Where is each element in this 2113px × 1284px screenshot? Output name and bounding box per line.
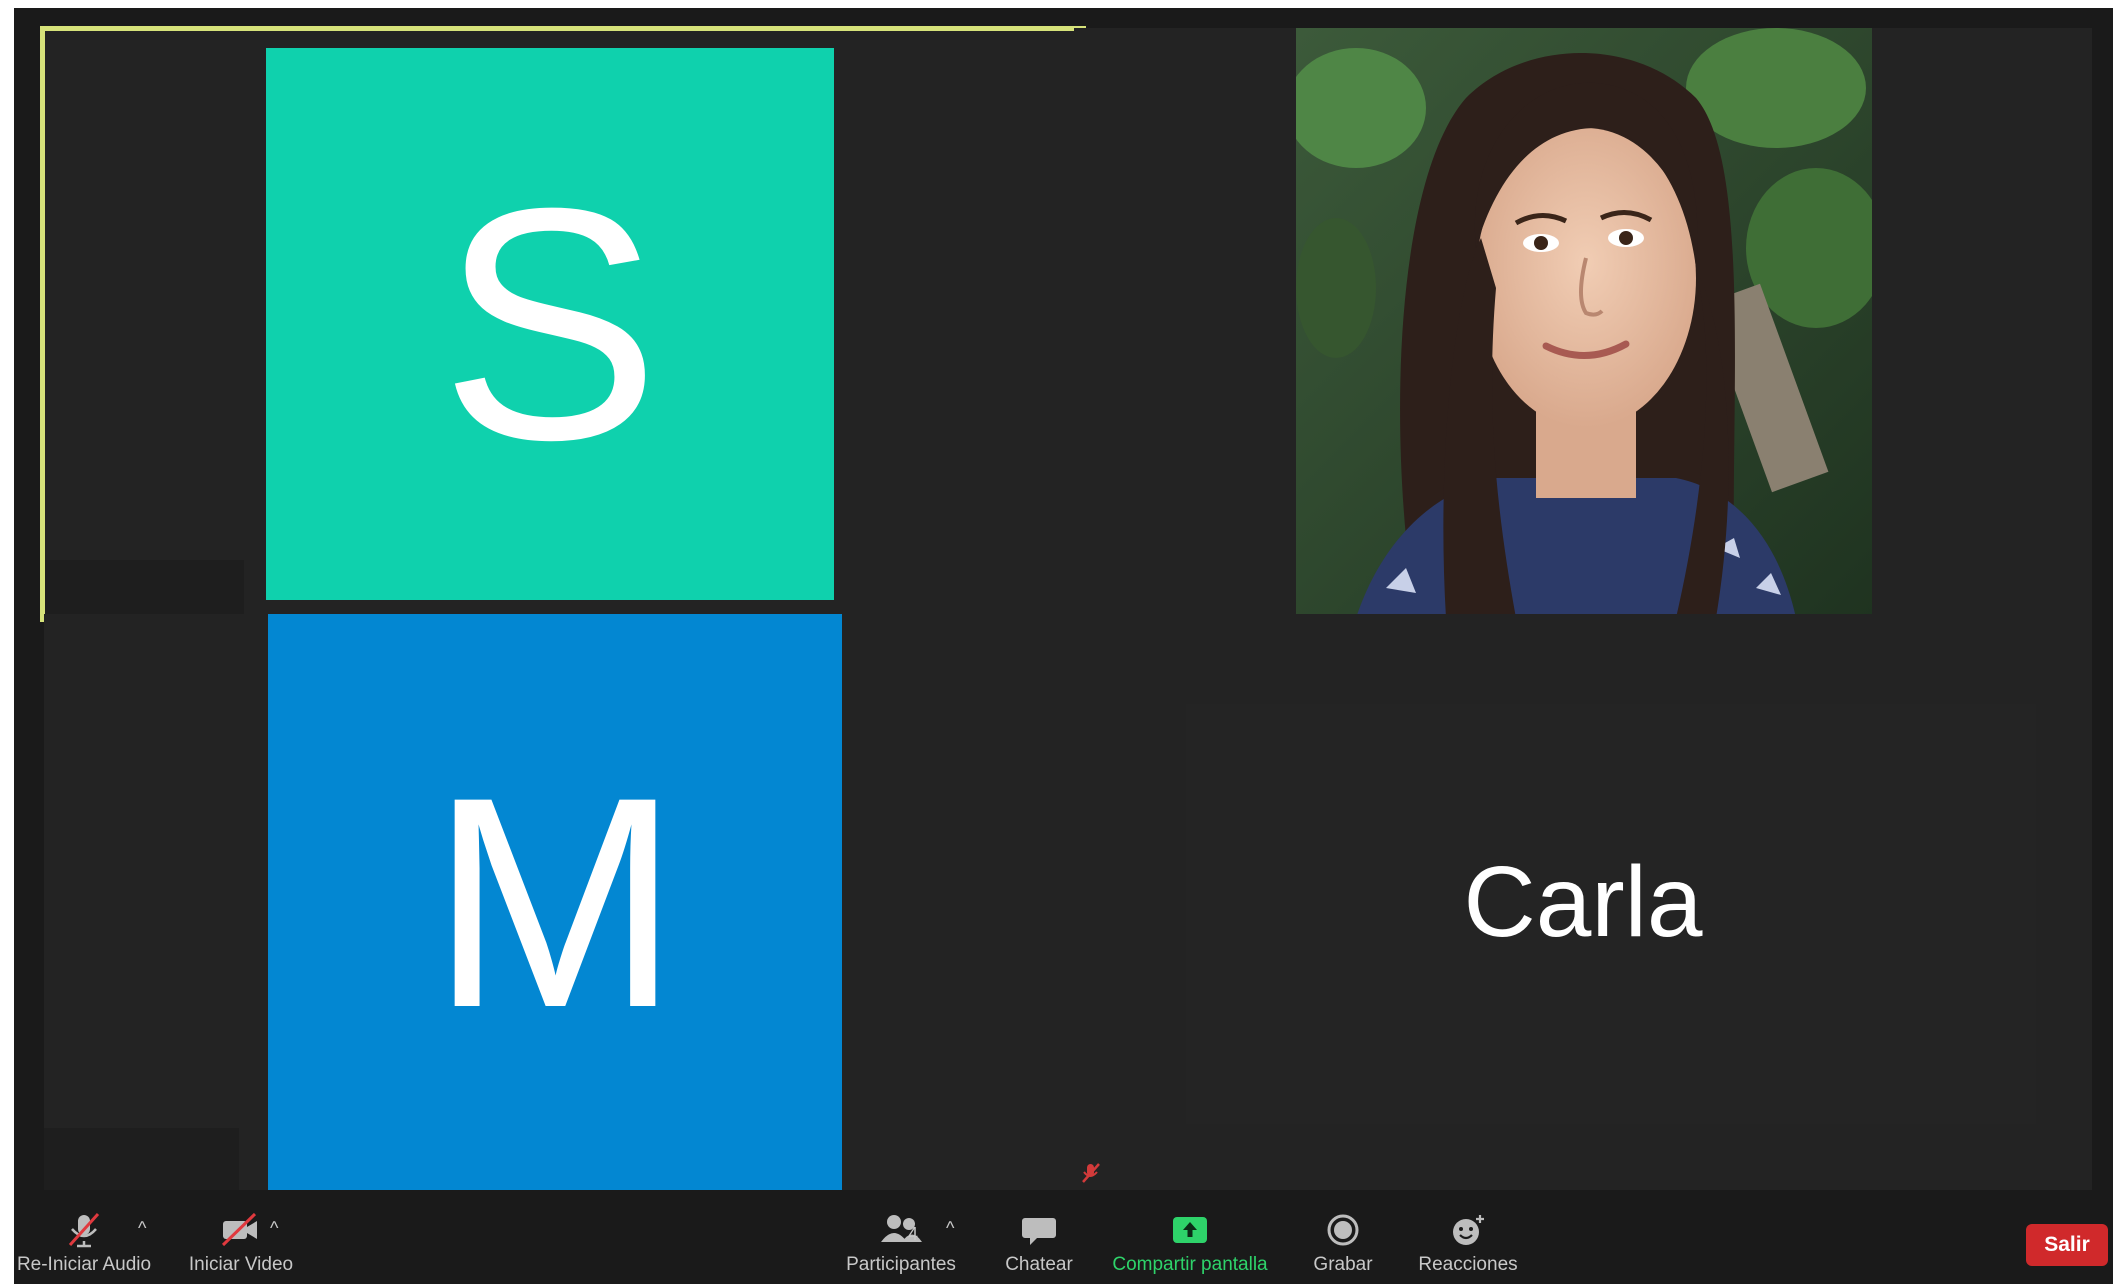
participant-tile-carla[interactable]: Carla: [1074, 614, 2092, 1190]
name-badge: [44, 1128, 239, 1190]
share-screen-button[interactable]: Compartir pantalla: [1100, 1212, 1280, 1278]
participant-name: Carla: [1463, 845, 1703, 958]
participants-count: 4: [908, 1224, 919, 1244]
avatar-m: M: [268, 614, 842, 1190]
meeting-toolbar: Re-Iniciar Audio ^ Iniciar Video ^ Parti…: [14, 1204, 2113, 1284]
emoji-reaction-icon: [1453, 1215, 1484, 1245]
participant-tile-video[interactable]: [1074, 28, 2092, 618]
chat-bubble-icon: [1022, 1218, 1056, 1245]
audio-button[interactable]: Re-Iniciar Audio: [14, 1212, 154, 1278]
camera-off-icon: [221, 1212, 257, 1247]
leave-meeting-button[interactable]: Salir: [2026, 1224, 2108, 1266]
audio-options-caret[interactable]: ^: [138, 1218, 146, 1239]
participants-options-caret[interactable]: ^: [946, 1218, 954, 1239]
record-label: Grabar: [1313, 1254, 1373, 1275]
meeting-window: S M Carla Re-Iniciar Audio ^ Iniciar Vid…: [14, 8, 2113, 1284]
record-icon: [1327, 1214, 1359, 1246]
video-button[interactable]: Iniciar Video: [174, 1212, 308, 1278]
participant-tile-m[interactable]: M: [44, 614, 1084, 1190]
chat-button[interactable]: Chatear: [984, 1212, 1094, 1278]
name-badge: [44, 560, 244, 618]
mic-off-icon: [68, 1212, 100, 1248]
record-button[interactable]: Grabar: [1288, 1212, 1398, 1278]
reactions-button[interactable]: Reacciones: [1408, 1212, 1528, 1278]
audio-label: Re-Iniciar Audio: [16, 1254, 152, 1275]
reactions-label: Reacciones: [1418, 1254, 1518, 1275]
muted-mic-icon: [1080, 1162, 1102, 1184]
participant-tile-s[interactable]: S: [44, 28, 1084, 618]
share-screen-label: Compartir pantalla: [1112, 1254, 1268, 1275]
avatar-initial-s: S: [439, 139, 661, 508]
share-screen-icon: [1173, 1217, 1207, 1243]
participants-label: Participantes: [846, 1254, 956, 1275]
avatar-initial-m: M: [430, 734, 680, 1070]
video-label: Iniciar Video: [188, 1254, 294, 1275]
avatar-s: S: [266, 48, 834, 600]
chat-label: Chatear: [1005, 1254, 1073, 1275]
participant-video-feed: [1296, 28, 1872, 618]
video-options-caret[interactable]: ^: [270, 1218, 278, 1239]
